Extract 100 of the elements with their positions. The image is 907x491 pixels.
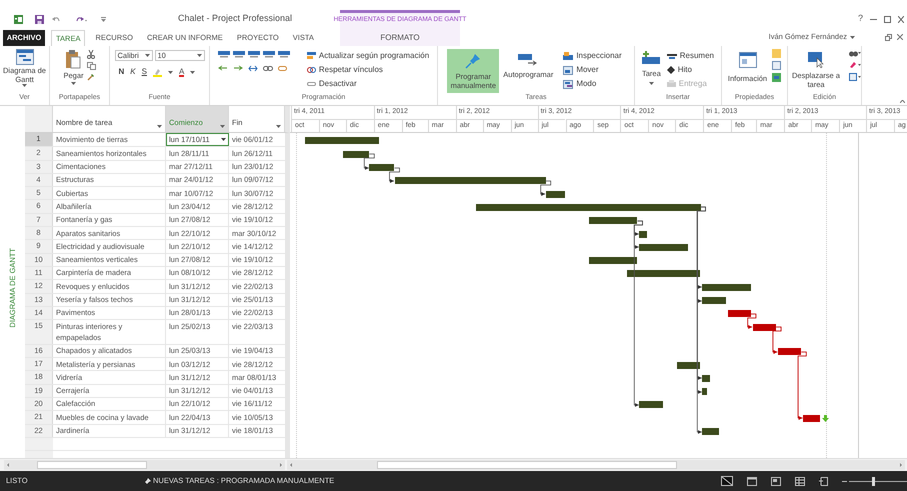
horizontal-scrollbar[interactable]: [287, 460, 905, 470]
caret-icon: [648, 82, 654, 86]
ribbon-tab[interactable]: FORMATO: [372, 31, 428, 45]
progress-icon[interactable]: [232, 51, 245, 59]
slider-thumb[interactable]: [872, 476, 875, 486]
help-button[interactable]: ?: [858, 12, 863, 26]
font-color-button[interactable]: A: [178, 68, 184, 76]
caret-icon: [168, 70, 173, 74]
close-icon[interactable]: [897, 34, 903, 40]
undo-icon[interactable]: [52, 16, 60, 22]
scrollbar-thumb[interactable]: [377, 461, 677, 469]
task-bar[interactable]: [639, 244, 688, 251]
task-bar[interactable]: [588, 217, 638, 224]
progress-icon[interactable]: [218, 51, 230, 59]
gantt-view-icon[interactable]: [721, 476, 733, 486]
milestone-icon: [666, 66, 675, 74]
task-bar[interactable]: [639, 230, 648, 238]
scroll-right-icon[interactable]: [277, 461, 285, 469]
pin-icon: [144, 478, 151, 484]
link-tasks-icon[interactable]: [262, 65, 273, 72]
summary-icon: [666, 52, 677, 60]
task-bar[interactable]: [702, 297, 726, 304]
unlink-tasks-icon[interactable]: [278, 65, 287, 72]
task-bar[interactable]: [803, 414, 820, 422]
inspect-icon: [563, 52, 574, 60]
task-bar[interactable]: [588, 257, 638, 264]
task-bar[interactable]: [476, 204, 700, 211]
task-bar[interactable]: [305, 136, 380, 144]
split-icon[interactable]: [248, 65, 258, 72]
app-icon[interactable]: [14, 14, 23, 24]
auto-schedule-icon: [518, 53, 538, 67]
zoom-slider[interactable]: [849, 476, 907, 486]
horizontal-scrollbar[interactable]: [4, 460, 285, 470]
ribbon-button[interactable]: Inspeccionar: [563, 49, 622, 63]
sheet-view-icon[interactable]: [795, 476, 805, 486]
progress-icon[interactable]: [262, 51, 275, 59]
progress-icon[interactable]: [278, 51, 290, 59]
font-style-button[interactable]: S: [142, 66, 147, 78]
task-bar[interactable]: [752, 324, 776, 331]
caret-icon: [850, 36, 855, 38]
ribbon-button[interactable]: Hito: [666, 63, 714, 77]
task-icon: [642, 51, 660, 65]
clipboard-icon: [65, 49, 82, 69]
scrollbar-thumb[interactable]: [37, 461, 147, 469]
ribbon-button[interactable]: Desactivar: [306, 77, 430, 91]
ribbon-button[interactable]: Resumen: [666, 49, 714, 63]
calendar-view-icon[interactable]: [747, 476, 757, 486]
fill-icon[interactable]: [849, 73, 861, 81]
save-icon[interactable]: [35, 14, 44, 24]
task-bar[interactable]: [546, 190, 565, 198]
task-bar[interactable]: [343, 150, 370, 158]
scroll-right-icon[interactable]: [897, 461, 905, 469]
font-style-button[interactable]: K: [130, 66, 136, 78]
task-bar[interactable]: [778, 348, 802, 356]
copy-icon[interactable]: [86, 62, 96, 70]
progress-icon[interactable]: [248, 51, 260, 59]
caret-icon: [196, 54, 202, 57]
caret-icon: [276, 125, 281, 128]
ribbon-button[interactable]: Modo: [563, 77, 622, 91]
task-bar[interactable]: [702, 284, 751, 291]
outdent-icon[interactable]: [218, 65, 228, 72]
caret-icon: [22, 84, 27, 87]
caret-icon: [221, 138, 226, 142]
task-bar[interactable]: [394, 177, 546, 184]
task-bar[interactable]: [702, 374, 710, 382]
resource-view-icon[interactable]: [771, 476, 781, 486]
task-bar[interactable]: [677, 362, 700, 369]
details-icon[interactable]: [772, 61, 782, 70]
indent-icon[interactable]: [232, 65, 243, 72]
caret-icon: [220, 125, 225, 128]
font-style-button[interactable]: N: [118, 66, 124, 78]
maximize-icon[interactable]: [884, 16, 891, 22]
collapse-ribbon-icon[interactable]: [900, 100, 905, 103]
caret-icon: [157, 125, 162, 128]
report-view-icon[interactable]: [819, 476, 828, 486]
find-icon[interactable]: [849, 49, 861, 57]
task-bar[interactable]: [728, 310, 751, 318]
task-bar[interactable]: [639, 401, 663, 408]
pin-icon: [465, 53, 482, 69]
task-bar[interactable]: [702, 388, 707, 396]
information-icon: [738, 52, 756, 68]
scroll-to-task-icon: [808, 52, 824, 68]
gantt-chart-icon: [16, 49, 34, 65]
unlink-icon: [306, 80, 316, 88]
brush-icon[interactable]: [86, 73, 94, 81]
task-bar[interactable]: [626, 270, 700, 278]
task-bar[interactable]: [702, 428, 720, 436]
ribbon-button[interactable]: Respetar vínculos: [306, 63, 430, 77]
cut-icon[interactable]: [86, 50, 94, 59]
ribbon-button[interactable]: Mover: [563, 63, 622, 77]
customize-icon[interactable]: [101, 16, 106, 22]
eraser-icon[interactable]: [849, 61, 861, 69]
ribbon-button[interactable]: Actualizar según programación: [306, 49, 430, 63]
restore-icon[interactable]: [885, 34, 892, 40]
task-bar[interactable]: [369, 164, 394, 172]
deliverable-icon: [666, 80, 676, 88]
redo-icon[interactable]: [76, 16, 87, 22]
timeline-icon[interactable]: [772, 73, 782, 82]
caret-icon: [144, 54, 150, 57]
close-icon[interactable]: [898, 16, 904, 22]
